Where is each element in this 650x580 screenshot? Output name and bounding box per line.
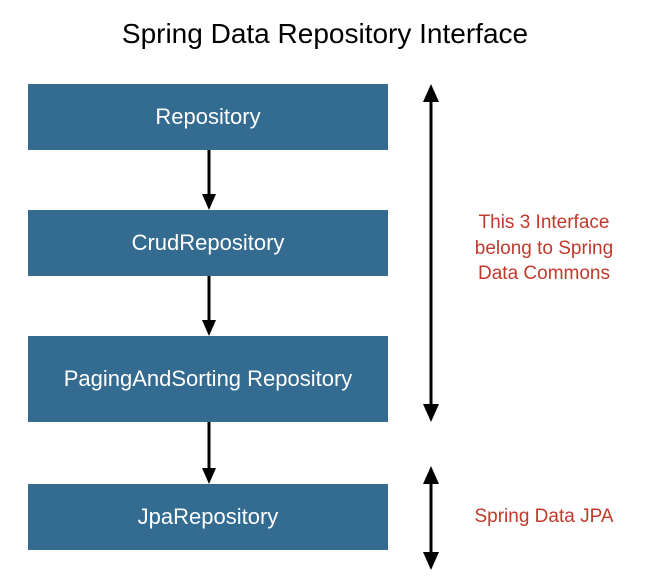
box-paging-sorting-repository-label: PagingAndSorting Repository (64, 365, 353, 394)
bracket-arrow-icon (422, 466, 440, 570)
annotation-commons: This 3 Interface belong to Spring Data C… (456, 210, 632, 287)
diagram-area: Repository CrudRepository PagingAndSorti… (0, 60, 650, 580)
bracket-arrow-icon (422, 84, 440, 422)
box-jpa-repository: JpaRepository (28, 484, 388, 550)
arrow-down-icon (202, 150, 214, 210)
box-crud-repository-label: CrudRepository (132, 229, 285, 258)
box-jpa-repository-label: JpaRepository (138, 503, 279, 532)
annotation-jpa: Spring Data JPA (456, 504, 632, 530)
box-crud-repository: CrudRepository (28, 210, 388, 276)
arrow-down-icon (202, 422, 214, 484)
arrow-down-icon (202, 276, 214, 336)
diagram-title: Spring Data Repository Interface (0, 0, 650, 60)
box-paging-sorting-repository: PagingAndSorting Repository (28, 336, 388, 422)
box-repository: Repository (28, 84, 388, 150)
box-repository-label: Repository (155, 103, 260, 132)
